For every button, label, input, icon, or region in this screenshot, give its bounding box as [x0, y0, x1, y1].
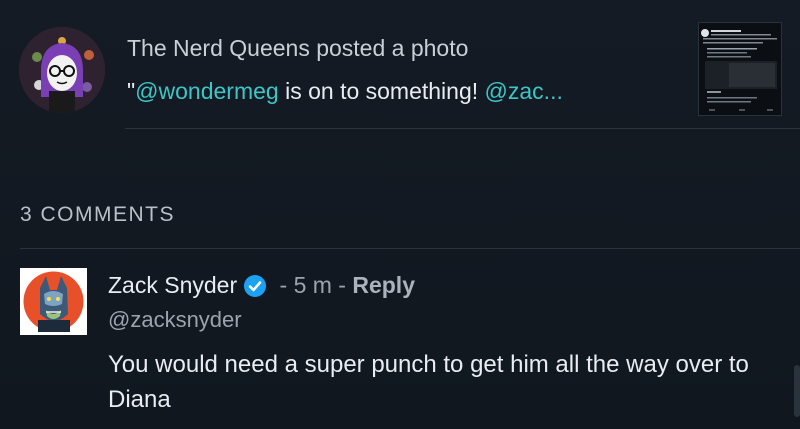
zack-snyder-avatar[interactable] — [20, 268, 87, 335]
post-notification[interactable]: The Nerd Queens posted a photo "@wonderm… — [0, 0, 800, 130]
comment-text: You would need a super punch to get him … — [108, 351, 749, 413]
post-divider — [125, 128, 800, 129]
comment-author[interactable]: Zack Snyder — [108, 272, 237, 299]
separator-1: - — [273, 272, 294, 298]
tweet-screenshot-thumbnail[interactable] — [698, 22, 782, 116]
verified-check-icon — [243, 274, 267, 298]
comment-handle[interactable]: @zacksnyder — [108, 307, 242, 333]
reply-button[interactable]: Reply — [352, 272, 415, 299]
comment-header: Zack Snyder - 5 m - Reply — [108, 272, 415, 299]
quote-open: " — [127, 78, 136, 104]
separator-2: - — [331, 272, 353, 298]
quote-text: is on to something! — [278, 78, 485, 104]
scrollbar[interactable] — [794, 365, 800, 417]
comments-count: 3 COMMENTS — [20, 203, 176, 226]
post-title: The Nerd Queens posted a photo — [127, 35, 469, 61]
comment-time: 5 m — [293, 272, 332, 298]
post-quote[interactable]: "@wondermeg is on to something! @zac... — [127, 78, 563, 105]
mention-zac[interactable]: @zac... — [485, 78, 563, 104]
nerd-queens-avatar[interactable] — [19, 27, 105, 113]
comments-divider — [20, 248, 800, 249]
mention-wondermeg[interactable]: @wondermeg — [135, 78, 279, 104]
